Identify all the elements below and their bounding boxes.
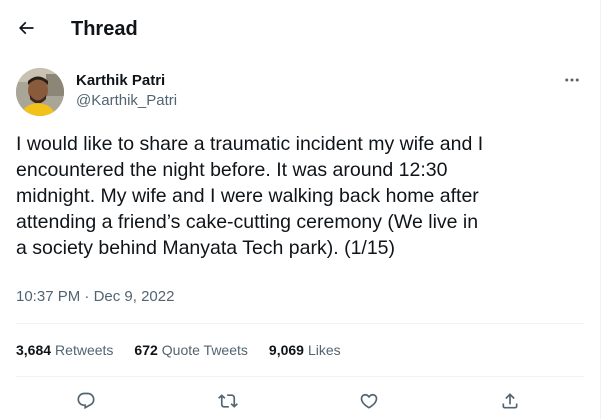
avatar[interactable] (16, 68, 64, 116)
page-title: Thread (71, 18, 138, 40)
reply-button[interactable] (69, 384, 103, 418)
more-icon (565, 78, 579, 82)
quote-tweets-count: 672 (134, 342, 158, 358)
like-icon (360, 393, 378, 409)
retweet-button[interactable] (211, 384, 245, 418)
divider (16, 376, 584, 377)
author-name[interactable]: Karthik Patri (76, 72, 165, 90)
share-icon (502, 393, 518, 409)
tweet-actions (16, 384, 584, 418)
likes-stat[interactable]: 9,069 Likes (269, 340, 341, 360)
quote-tweets-label: Quote Tweets (161, 342, 248, 358)
reply-icon (77, 392, 95, 410)
tweet-timestamp: 10:37 PM · Dec 9, 2022 (16, 287, 174, 307)
timestamp-separator: · (84, 288, 90, 305)
like-button[interactable] (352, 384, 386, 418)
retweet-icon (218, 394, 238, 408)
tweet-text: I would like to share a traumatic incide… (16, 133, 484, 259)
tweet-author: Karthik Patri @Karthik_Patri (0, 62, 600, 122)
retweets-label: Retweets (55, 342, 114, 358)
thread-header: Thread (0, 0, 600, 56)
back-button[interactable] (8, 10, 44, 46)
tweet-stats: 3,684 Retweets 672 Quote Tweets 9,069 Likes (16, 340, 362, 360)
thread-page: Thread Karthik Patri @Karthik_Patri I wo… (0, 0, 601, 419)
share-button[interactable] (493, 384, 527, 418)
likes-label: Likes (307, 342, 341, 358)
arrow-left-icon (18, 21, 34, 35)
more-options-button[interactable] (558, 66, 586, 94)
likes-count: 9,069 (268, 342, 304, 358)
tweet-date[interactable]: Dec 9, 2022 (94, 288, 175, 305)
avatar-image (16, 68, 64, 116)
quote-tweets-stat[interactable]: 672 Quote Tweets (134, 340, 248, 360)
divider (16, 323, 584, 324)
author-handle[interactable]: @Karthik_Patri (76, 92, 177, 110)
tweet-time[interactable]: 10:37 PM (16, 288, 80, 305)
retweets-count: 3,684 (16, 342, 52, 358)
retweets-stat[interactable]: 3,684 Retweets (16, 340, 113, 360)
